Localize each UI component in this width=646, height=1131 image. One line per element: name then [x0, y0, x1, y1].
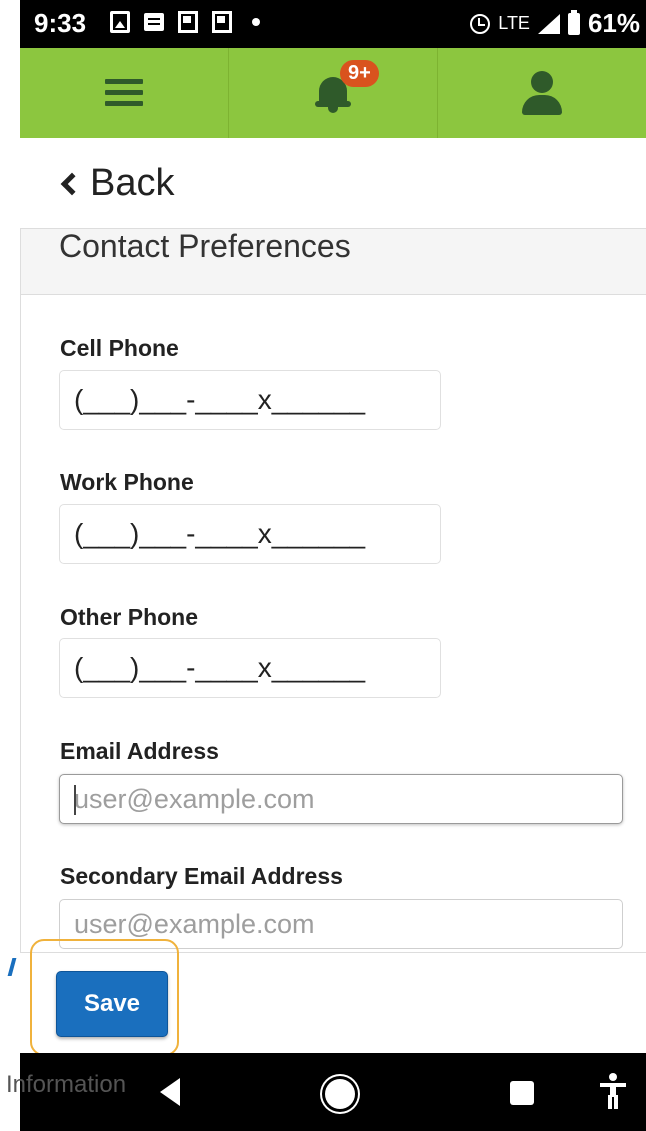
other-phone-input[interactable]: (___)___-____x______ [59, 638, 441, 698]
notification-badge: 9+ [340, 60, 379, 87]
message-notification-icon [144, 13, 164, 31]
notifications-button[interactable] [229, 48, 438, 138]
cell-phone-label: Cell Phone [60, 335, 179, 361]
status-bar: 9:33 LTE 61% [20, 0, 646, 48]
email-input[interactable] [59, 774, 623, 824]
contact-preferences-panel: Contact Preferences Cell Phone (___)___-… [20, 228, 646, 953]
secondary-email-label: Secondary Email Address [60, 863, 343, 889]
edge-mark [0, 958, 17, 976]
network-type: LTE [498, 13, 530, 33]
panel-heading: Contact Preferences [21, 229, 646, 295]
flag-notification-icon [212, 11, 232, 33]
cell-phone-input[interactable]: (___)___-____x______ [59, 370, 441, 430]
email-label: Email Address [60, 738, 219, 764]
status-system-icons: LTE 61% [470, 8, 640, 39]
user-icon [520, 71, 564, 115]
signal-icon [537, 13, 560, 34]
hamburger-menu-icon [105, 79, 143, 107]
accessibility-icon[interactable] [600, 1073, 626, 1109]
information-label: Information [6, 1071, 127, 1098]
work-phone-input[interactable]: (___)___-____x______ [59, 504, 441, 564]
other-phone-label: Other Phone [60, 604, 199, 630]
back-link[interactable]: Back [58, 162, 174, 205]
more-notifications-dot-icon [252, 18, 260, 26]
text-cursor [74, 785, 76, 815]
alarm-icon [470, 13, 491, 34]
image-notification-icon [110, 11, 130, 33]
menu-button[interactable] [20, 48, 229, 138]
profile-button[interactable] [438, 48, 646, 138]
status-notification-icons [110, 11, 260, 33]
battery-icon [567, 9, 580, 35]
nav-back-icon[interactable] [160, 1078, 180, 1106]
flag-notification-icon [178, 11, 198, 33]
chevron-left-icon [60, 172, 84, 195]
work-phone-label: Work Phone [60, 469, 194, 495]
status-time: 9:33 [34, 8, 87, 38]
back-label: Back [90, 162, 175, 204]
save-button[interactable]: Save [56, 971, 168, 1037]
nav-home-icon[interactable] [325, 1079, 355, 1109]
app-header [20, 48, 646, 138]
battery-percent: 61% [587, 8, 640, 38]
nav-recents-icon[interactable] [510, 1081, 534, 1105]
panel-title: Contact Preferences [59, 228, 351, 264]
